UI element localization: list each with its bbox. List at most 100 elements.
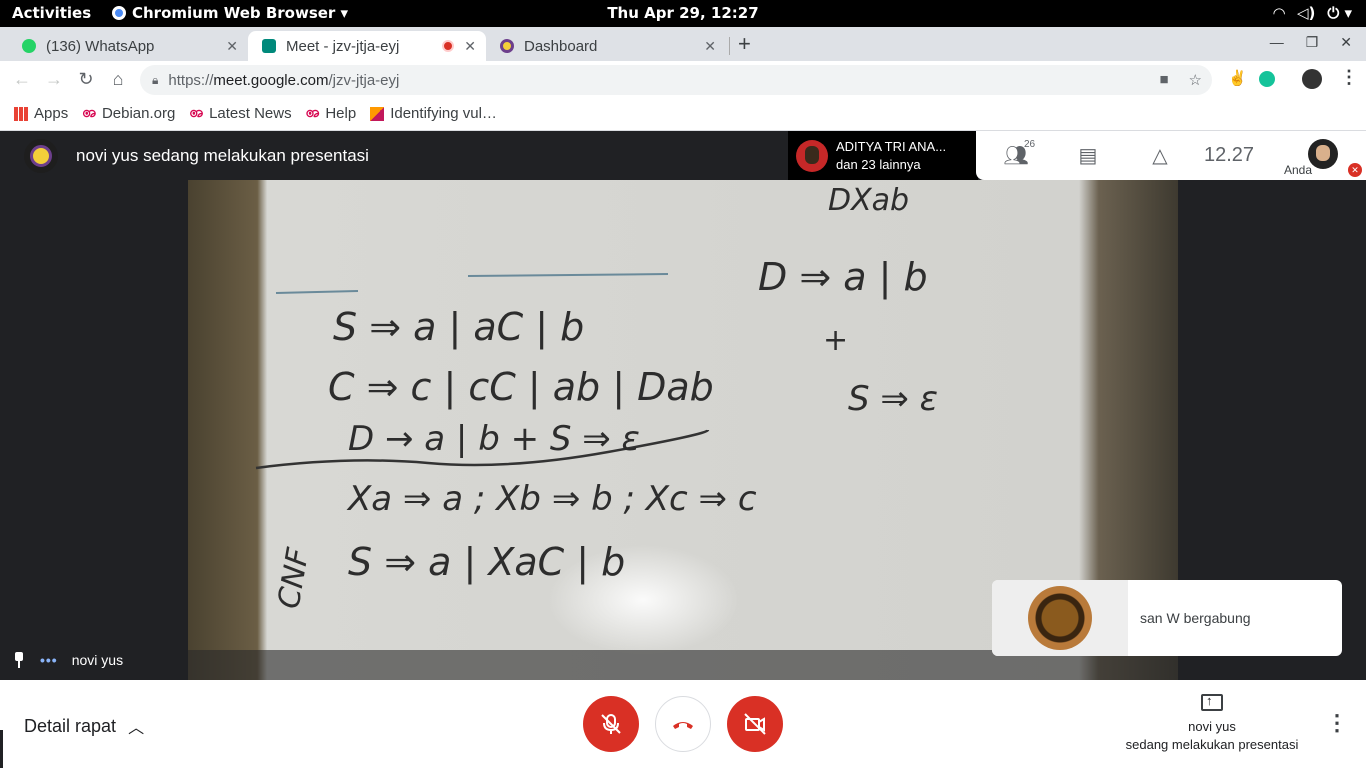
bookmark-label: Apps <box>34 105 69 122</box>
close-icon[interactable]: ✕ <box>464 38 476 55</box>
meeting-time: 12.27 <box>1204 144 1255 166</box>
tab-meet[interactable]: Meet - jzv-jtja-eyj ✕ <box>248 31 486 61</box>
meeting-logo <box>24 138 58 173</box>
bookmark-help[interactable]: ꩨ Help <box>306 103 357 125</box>
people-icon[interactable]: 👥︎ 26 <box>980 139 1052 168</box>
whiteboard-line: DXab <box>828 183 909 218</box>
bookmark-debian[interactable]: ꩨ Debian.org <box>82 103 175 125</box>
activities-icon[interactable]: △ <box>1124 143 1196 168</box>
presenting-name: novi yus <box>1188 719 1236 734</box>
whiteboard-line: S ⇒ a | aC | b <box>333 305 584 350</box>
chevron-up-icon: ︿ <box>128 720 145 737</box>
whiteboard-line: S ⇒ a | XaC | b <box>348 540 625 585</box>
debian-icon: ꩨ <box>82 103 96 121</box>
close-icon[interactable]: ✕ <box>226 38 238 55</box>
url-scheme: https:// <box>168 71 214 89</box>
close-icon[interactable]: ✕ <box>704 38 716 55</box>
browser-toolbar: ← → ↻ ⌂ 🔒︎ https:// meet.google.com /jzv… <box>0 61 1366 97</box>
lock-icon[interactable]: 🔒︎ <box>152 73 158 88</box>
back-icon[interactable]: ← <box>6 69 38 90</box>
address-bar[interactable]: 🔒︎ https:// meet.google.com /jzv-jtja-ey… <box>140 65 1212 95</box>
join-notification[interactable]: san W bergabung <box>992 580 1342 656</box>
more-options-icon[interactable]: ⋮ <box>1326 710 1348 736</box>
debian-icon: ꩨ <box>305 103 320 121</box>
bookmark-label: Identifying vul… <box>390 105 497 122</box>
star-icon[interactable]: ☆ <box>1189 71 1202 89</box>
joiner-avatar <box>992 580 1128 656</box>
system-top-bar: Activities Chromium Web Browser ▾ Thu Ap… <box>0 0 1366 27</box>
bookmark-label: Latest News <box>209 105 292 122</box>
dashboard-icon <box>500 39 514 53</box>
volume-icon: ◁) <box>1296 4 1316 22</box>
bookmark-label: Debian.org <box>101 105 176 122</box>
meet-controls-bar: Detail rapat ︿ novi yus sedang melakukan… <box>0 680 1366 768</box>
meeting-details-label: Detail rapat <box>24 715 117 736</box>
home-icon[interactable]: ⌂ <box>102 69 134 90</box>
bookmark-latest-news[interactable]: ꩨ Latest News <box>189 103 291 125</box>
whiteboard-line: S ⇒ ε <box>848 379 938 419</box>
tab-separator <box>729 37 730 55</box>
camera-off-icon <box>744 713 766 735</box>
hang-up-icon <box>673 722 693 729</box>
participant-others: dan 23 lainnya <box>836 156 921 172</box>
extension-icon[interactable]: ✌ <box>1228 69 1247 87</box>
meet-stage: novi yus sedang melakukan presentasi ADI… <box>0 131 1366 680</box>
bookmark-apps[interactable]: Apps <box>14 105 68 122</box>
participant-avatar <box>796 139 828 172</box>
camera-toggle-button[interactable] <box>727 696 783 752</box>
presenter-header: novi yus sedang melakukan presentasi <box>0 131 790 180</box>
bookmark-label: Help <box>325 105 357 122</box>
self-avatar <box>1308 139 1338 169</box>
system-tray[interactable]: ◠ ◁) ⏻ ▾ <box>1273 4 1352 22</box>
recording-icon <box>442 40 454 52</box>
presenter-title: novi yus sedang melakukan presentasi <box>76 145 369 165</box>
new-tab-icon[interactable]: + <box>738 31 751 57</box>
people-count: 26 <box>1024 139 1036 150</box>
bookmark-icon <box>370 106 385 121</box>
camera-icon[interactable]: ■ <box>1159 71 1168 89</box>
reload-icon[interactable]: ↻ <box>70 69 102 90</box>
system-clock[interactable]: Thu Apr 29, 12:27 <box>0 4 1366 22</box>
whiteboard-line: C ⇒ c | cC | ab | Dab <box>328 365 714 410</box>
grammarly-icon[interactable] <box>1259 71 1275 87</box>
debian-icon: ꩨ <box>189 103 204 121</box>
pinned-participant: ••• novi yus <box>12 652 123 668</box>
minimize-icon[interactable]: — <box>1270 34 1284 51</box>
profile-avatar[interactable] <box>1302 69 1322 89</box>
whiteboard-line: + <box>823 323 848 358</box>
whatsapp-icon <box>22 39 36 53</box>
url-path: /jzv-jtja-eyj <box>328 71 400 89</box>
presentation-status[interactable]: novi yus sedang melakukan presentasi <box>1120 692 1304 754</box>
tab-whatsapp[interactable]: (136) WhatsApp ✕ <box>8 31 248 61</box>
leave-call-button[interactable] <box>655 696 711 752</box>
audio-indicator-icon: ••• <box>40 652 58 668</box>
meeting-details-button[interactable]: Detail rapat ︿ <box>24 714 144 738</box>
self-label: Anda <box>1284 163 1313 177</box>
bookmark-identifying[interactable]: Identifying vul… <box>370 105 497 122</box>
participant-preview[interactable]: ADITYA TRI ANA... dan 23 lainnya <box>788 131 978 180</box>
microphone-toggle-button[interactable] <box>583 696 639 752</box>
present-screen-icon <box>1201 692 1223 711</box>
window-controls: — ❐ ✕ <box>1270 34 1352 51</box>
presenting-text: sedang melakukan presentasi <box>1125 737 1299 752</box>
browser-menu-icon[interactable]: ⋮ <box>1340 67 1358 88</box>
whiteboard-line: D ⇒ a | b <box>758 255 928 300</box>
self-view[interactable]: Anda ✕ <box>1280 131 1366 180</box>
tab-strip: (136) WhatsApp ✕ Meet - jzv-jtja-eyj ✕ D… <box>0 27 1366 61</box>
tab-dashboard[interactable]: Dashboard ✕ <box>486 31 726 61</box>
pinned-name: novi yus <box>71 652 124 668</box>
tab-label: Dashboard <box>524 37 598 55</box>
tab-label: (136) WhatsApp <box>46 37 155 55</box>
restore-icon[interactable]: ❐ <box>1306 34 1319 51</box>
bookmarks-bar: Apps ꩨ Debian.org ꩨ Latest News ꩨ Help I… <box>0 97 1366 131</box>
participant-name: ADITYA TRI ANA... <box>836 138 947 154</box>
whiteboard-line: D → a | b + S ⇒ ε <box>348 419 640 459</box>
pin-icon[interactable] <box>12 652 26 668</box>
whiteboard-line: Xa ⇒ a ; Xb ⇒ b ; Xc ⇒ c <box>346 479 757 519</box>
wifi-icon: ◠ <box>1273 4 1285 22</box>
close-window-icon[interactable]: ✕ <box>1340 34 1352 51</box>
mic-off-icon <box>601 714 621 734</box>
tab-label: Meet - jzv-jtja-eyj <box>286 37 400 55</box>
chat-icon[interactable]: ▤ <box>1052 143 1124 168</box>
forward-icon[interactable]: → <box>38 69 70 90</box>
